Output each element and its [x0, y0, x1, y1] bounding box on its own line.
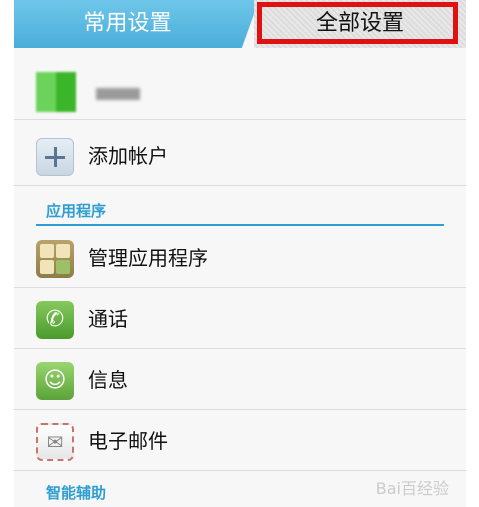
tab-bar: 常用设置 全部设置 — [14, 0, 466, 48]
section-title-smart-assist: 智能辅助 — [46, 484, 107, 502]
watermark-text: Bai百经验 — [375, 479, 449, 498]
tab-common-settings[interactable]: 常用设置 — [14, 0, 259, 48]
list-item-email[interactable]: ✉ 电子邮件 — [14, 411, 466, 471]
section-title-apps: 应用程序 — [46, 202, 107, 220]
account-row[interactable] — [14, 60, 466, 120]
mail-icon: ✉ — [36, 423, 74, 461]
phone-icon: ✆ — [36, 301, 74, 339]
account-avatar-icon — [36, 72, 76, 112]
list-item-manage-apps[interactable]: 管理应用程序 — [14, 228, 466, 288]
plus-icon — [36, 138, 74, 176]
account-name-blurred — [96, 88, 140, 100]
list-item-label: 通话 — [88, 307, 128, 331]
list-item-call[interactable]: ✆ 通话 — [14, 289, 466, 349]
list-item-messages[interactable]: ☺ 信息 — [14, 350, 466, 410]
section-divider — [36, 224, 444, 226]
section-header-apps: 应用程序 — [14, 196, 466, 226]
add-account-label: 添加帐户 — [88, 144, 168, 168]
message-icon: ☺ — [36, 362, 74, 400]
list-item-label: 信息 — [88, 368, 128, 392]
settings-screen: 常用设置 全部设置 添加帐户 应用程序 管理应用程序 ✆ 通话 ☺ 信息 ✉ 电… — [14, 0, 466, 507]
add-account-row[interactable]: 添加帐户 — [14, 126, 466, 186]
tab-all-settings[interactable]: 全部设置 — [254, 0, 466, 48]
list-item-label: 电子邮件 — [88, 429, 168, 453]
list-item-label: 管理应用程序 — [88, 246, 208, 270]
apps-grid-icon — [36, 240, 74, 278]
